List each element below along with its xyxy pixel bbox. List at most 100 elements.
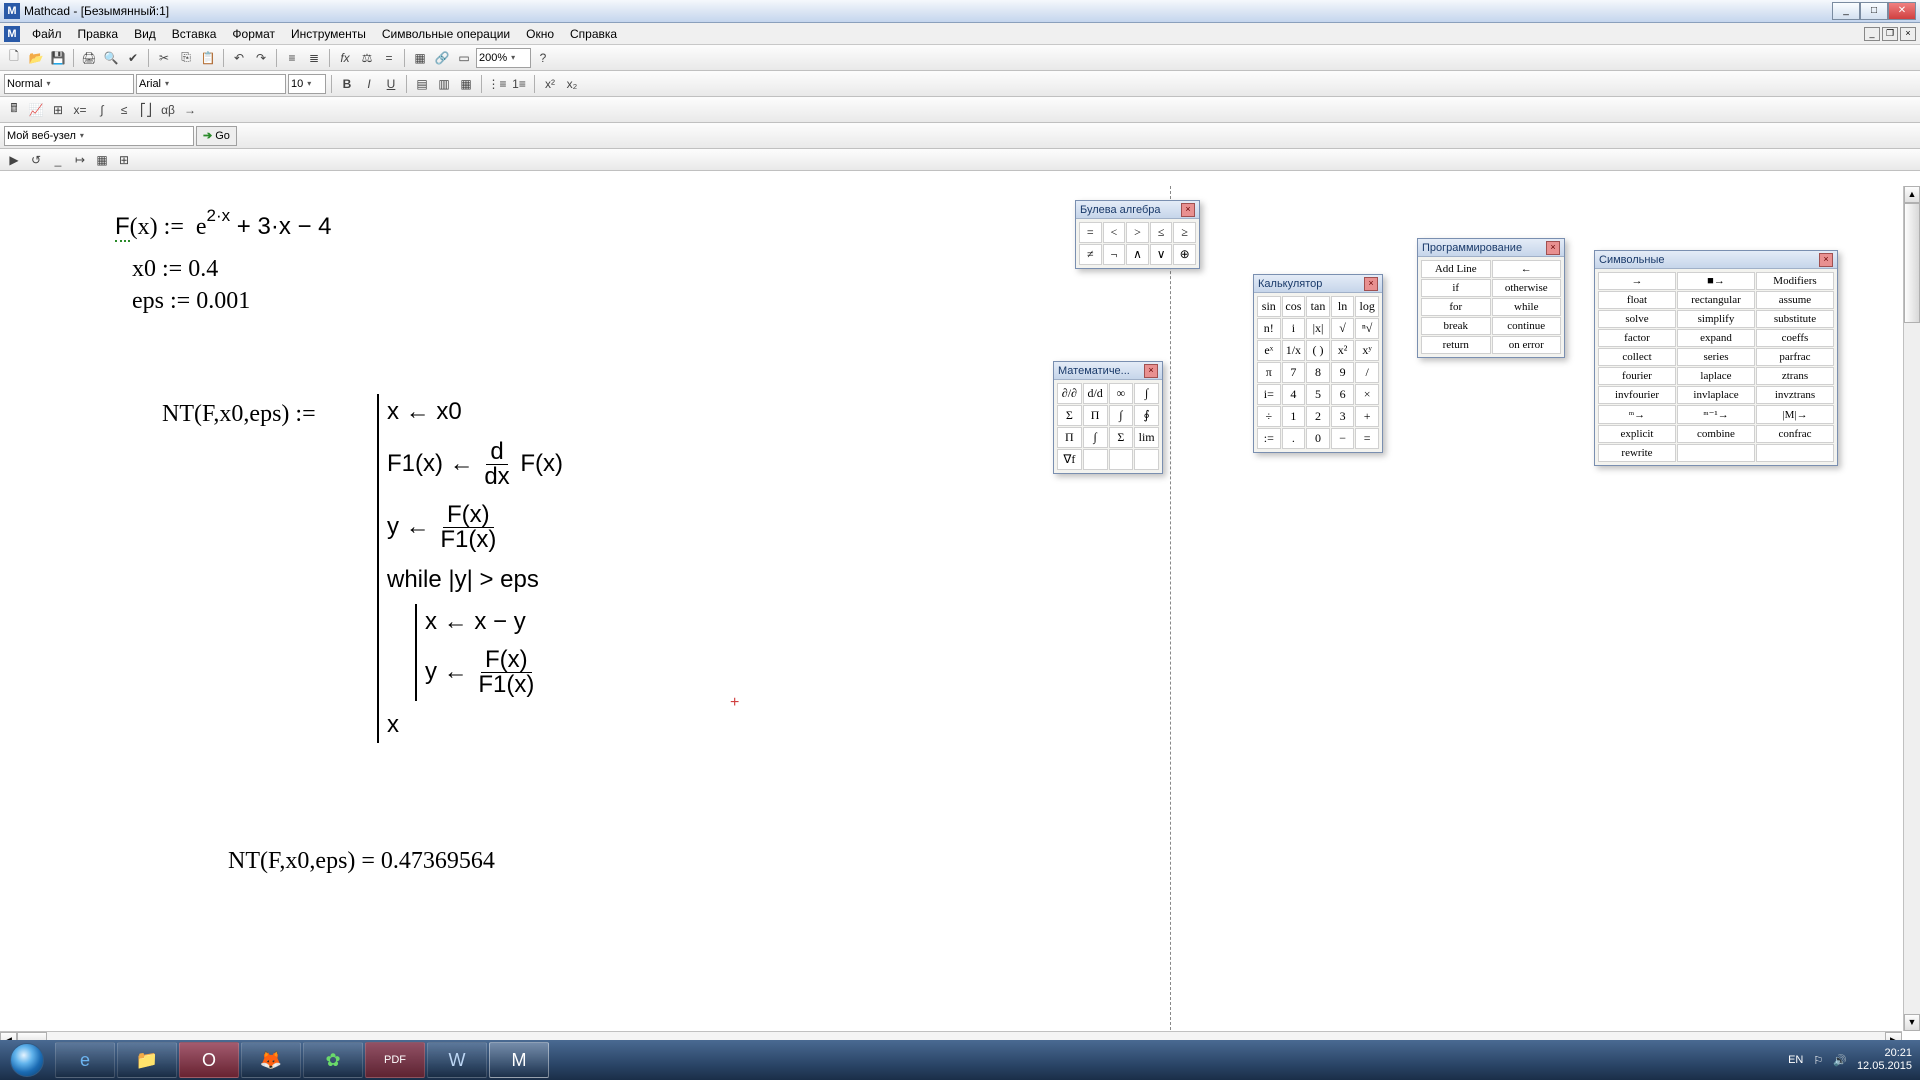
bullets-button[interactable]: ⋮≡	[487, 74, 507, 94]
palette-cell[interactable]: otherwise	[1492, 279, 1562, 297]
palette-cell[interactable]	[1756, 444, 1834, 462]
taskbar-icq[interactable]: ✿	[303, 1042, 363, 1078]
palette-cell[interactable]: ( )	[1306, 340, 1330, 361]
palette-cell[interactable]: on error	[1492, 336, 1562, 354]
palette-cell[interactable]: ∨	[1150, 244, 1173, 265]
sub-button[interactable]: x₂	[562, 74, 582, 94]
palette-math[interactable]: Математиче...× ∂/∂d/d∞∫ΣΠ∫∮Π∫Σlim∇f	[1053, 361, 1163, 474]
calculus-icon[interactable]: ∫	[92, 100, 112, 120]
taskbar-mathcad[interactable]: M	[489, 1042, 549, 1078]
scroll-up-button[interactable]: ▲	[1904, 186, 1920, 203]
close-button[interactable]: ✕	[1888, 2, 1916, 20]
link-button[interactable]: 🔗	[432, 48, 452, 68]
palette-cell[interactable]: ln	[1331, 296, 1355, 317]
bold-button[interactable]: B	[337, 74, 357, 94]
style-select[interactable]: Normal▾	[4, 74, 134, 94]
palette-cell[interactable]: 9	[1331, 362, 1355, 383]
matrix-icon[interactable]: ⊞	[48, 100, 68, 120]
palette-cell[interactable]: sin	[1257, 296, 1281, 317]
palette-cell[interactable]: 2	[1306, 406, 1330, 427]
palette-cell[interactable]: for	[1421, 298, 1491, 316]
eval-icon[interactable]: x=	[70, 100, 90, 120]
palette-cell[interactable]: combine	[1677, 425, 1755, 443]
worksheet[interactable]: FF(x) := e(x) := e2·x + 3·x − 4 x0 := 0.…	[0, 186, 1920, 1030]
paste-button[interactable]: 📋	[198, 48, 218, 68]
palette-cell[interactable]: i=	[1257, 384, 1281, 405]
print-button[interactable]: 🖨	[79, 48, 99, 68]
palette-cell[interactable]: ⊕	[1173, 244, 1196, 265]
palette-cell[interactable]: d/d	[1083, 383, 1108, 404]
palette-cell[interactable]: |x|	[1306, 318, 1330, 339]
palette-cell[interactable]	[1134, 449, 1159, 470]
calculator-icon[interactable]: 🖩	[4, 100, 24, 120]
palette-cell[interactable]: ztrans	[1756, 367, 1834, 385]
go-button[interactable]: ➔Go	[196, 126, 237, 146]
palette-cell[interactable]: factor	[1598, 329, 1676, 347]
palette-cell[interactable]: ≤	[1150, 222, 1173, 243]
palette-symbolic[interactable]: Символьные× →■→Modifiersfloatrectangular…	[1594, 250, 1838, 466]
palette-cell[interactable]: ᵐ⁻¹→	[1677, 405, 1755, 424]
redo-button[interactable]: ↷	[251, 48, 271, 68]
cut-button[interactable]: ✂	[154, 48, 174, 68]
open-button[interactable]: 📂	[26, 48, 46, 68]
palette-cell[interactable]: ≠	[1079, 244, 1102, 265]
undo-button[interactable]: ↶	[229, 48, 249, 68]
palette-cell[interactable]: invfourier	[1598, 386, 1676, 404]
taskbar-pdf[interactable]: PDF	[365, 1042, 425, 1078]
palette-cell[interactable]: rewrite	[1598, 444, 1676, 462]
palette-cell[interactable]: cos	[1282, 296, 1306, 317]
palette-cell[interactable]: Π	[1057, 427, 1082, 448]
align-button[interactable]: ≡	[282, 48, 302, 68]
taskbar-word[interactable]: W	[427, 1042, 487, 1078]
palette-cell[interactable]: −	[1331, 428, 1355, 449]
palette-cell[interactable]: collect	[1598, 348, 1676, 366]
palette-cell[interactable]	[1109, 449, 1134, 470]
palette-cell[interactable]: substitute	[1756, 310, 1834, 328]
save-button[interactable]: 💾	[48, 48, 68, 68]
palette-cell[interactable]	[1083, 449, 1108, 470]
minimize-button[interactable]: _	[1832, 2, 1860, 20]
copy-button[interactable]: ⎘	[176, 48, 196, 68]
palette-cell[interactable]: ∞	[1109, 383, 1134, 404]
tray-flag-icon[interactable]: ⚐	[1813, 1054, 1823, 1067]
palette-cell[interactable]	[1677, 444, 1755, 462]
palette-cell[interactable]: break	[1421, 317, 1491, 335]
palette-cell[interactable]: ∂/∂	[1057, 383, 1082, 404]
palette-cell[interactable]: 8	[1306, 362, 1330, 383]
program-block[interactable]: x ← x0 F1(x) ← ddx F(x) y ← F(x)F1(x) wh…	[377, 394, 563, 743]
menu-view[interactable]: Вид	[126, 25, 164, 43]
palette-cell[interactable]: laplace	[1677, 367, 1755, 385]
palette-cell[interactable]: ←	[1492, 260, 1562, 278]
palette-cell[interactable]: xʸ	[1355, 340, 1379, 361]
palette-cell[interactable]: 4	[1282, 384, 1306, 405]
palette-cell[interactable]: 6	[1331, 384, 1355, 405]
palette-cell[interactable]: +	[1355, 406, 1379, 427]
menu-window[interactable]: Окно	[518, 25, 562, 43]
palette-cell[interactable]: assume	[1756, 291, 1834, 309]
numbers-button[interactable]: 1≡	[509, 74, 529, 94]
palette-boolean-close[interactable]: ×	[1181, 203, 1195, 217]
nt-head[interactable]: NT(F,x0,eps) :=	[162, 401, 316, 428]
palette-cell[interactable]: ∫	[1134, 383, 1159, 404]
palette-cell[interactable]: if	[1421, 279, 1491, 297]
align-right-button[interactable]: ▦	[456, 74, 476, 94]
palette-cell[interactable]: x²	[1331, 340, 1355, 361]
palette-cell[interactable]: →	[1598, 272, 1676, 290]
palette-cell[interactable]: fourier	[1598, 367, 1676, 385]
italic-button[interactable]: I	[359, 74, 379, 94]
palette-cell[interactable]: ×	[1355, 384, 1379, 405]
font-select[interactable]: Arial▾	[136, 74, 286, 94]
palette-symb-close[interactable]: ×	[1819, 253, 1833, 267]
debug5-button[interactable]: ▦	[92, 150, 112, 170]
palette-cell[interactable]: continue	[1492, 317, 1562, 335]
super-button[interactable]: x²	[540, 74, 560, 94]
eps-definition[interactable]: eps := 0.001	[132, 288, 250, 315]
maximize-button[interactable]: □	[1860, 2, 1888, 20]
palette-cell[interactable]: ⁿ√	[1355, 318, 1379, 339]
nt-result[interactable]: NT(F,x0,eps) = 0.47369564	[228, 848, 495, 875]
palette-cell[interactable]: :=	[1257, 428, 1281, 449]
palette-cell[interactable]: Σ	[1057, 405, 1082, 426]
palette-cell[interactable]: 0	[1306, 428, 1330, 449]
align-left-button[interactable]: ▤	[412, 74, 432, 94]
f-definition[interactable]: FF(x) := e(x) := e2·x + 3·x − 4	[115, 210, 332, 241]
